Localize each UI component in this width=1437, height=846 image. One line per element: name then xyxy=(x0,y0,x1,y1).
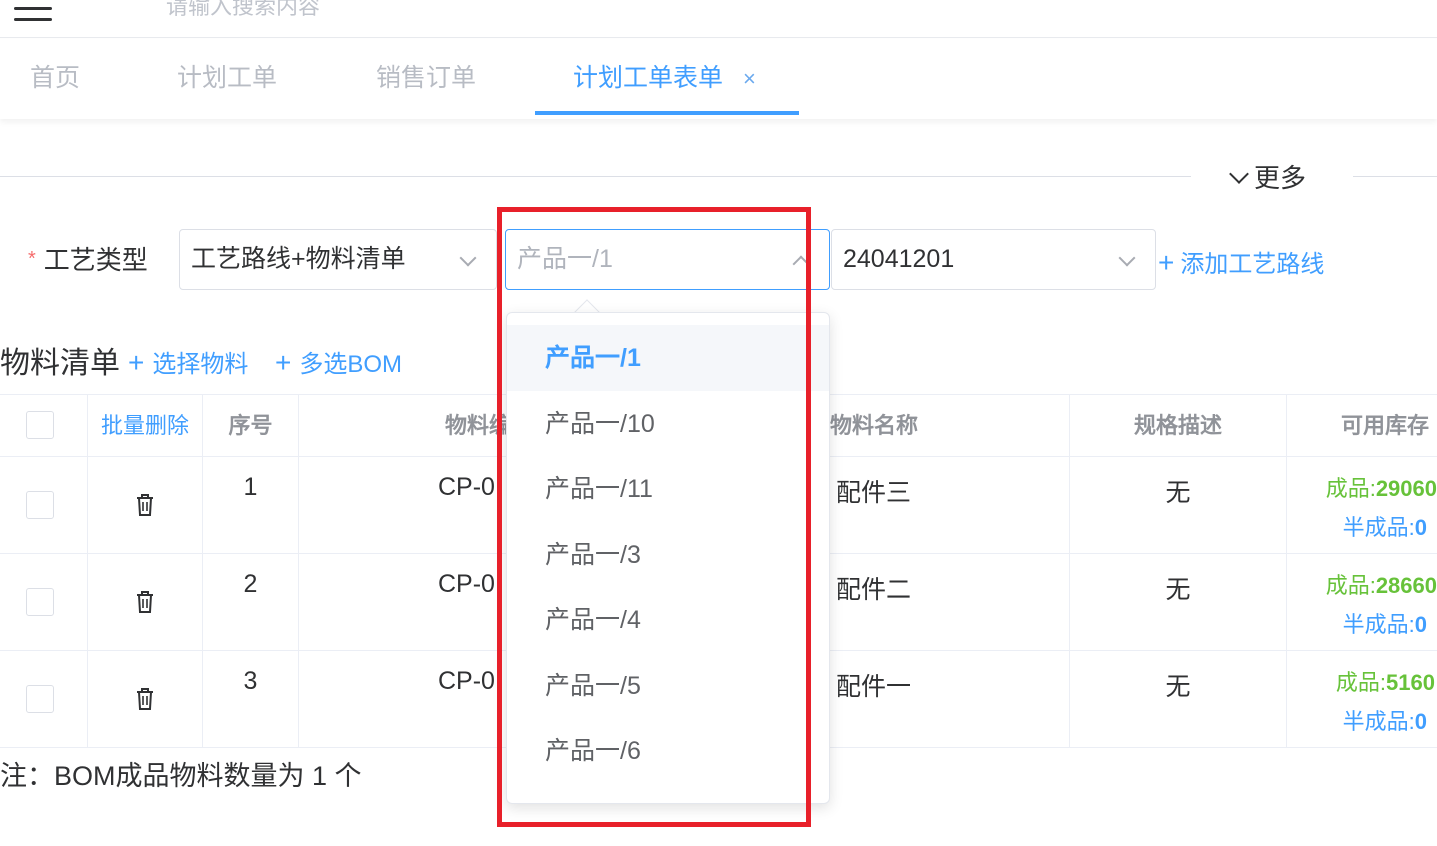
row-material-name: 配件一 xyxy=(836,673,912,701)
stock-semi: 半成品:0 xyxy=(1300,704,1437,736)
process-type-text: 工艺类型 xyxy=(43,245,148,275)
row-index: 2 xyxy=(243,570,258,598)
dropdown-option[interactable]: 产品一/4 xyxy=(507,587,829,653)
select-all-checkbox[interactable] xyxy=(26,411,54,439)
header-index: 序号 xyxy=(228,413,273,438)
section-divider-right xyxy=(1353,176,1437,177)
select-material-label: 选择物料 xyxy=(152,351,249,378)
code-select-value: 24041201 xyxy=(843,245,955,273)
process-type-label: * 工艺类型 xyxy=(28,240,148,277)
stock-semi: 半成品:0 xyxy=(1300,607,1437,639)
batch-delete-button[interactable]: 批量删除 xyxy=(88,395,202,457)
plus-icon: + xyxy=(128,347,145,378)
semi-label: 半成品: xyxy=(1342,709,1415,734)
row-index: 1 xyxy=(243,473,258,501)
semi-value: 0 xyxy=(1414,515,1427,540)
semi-value: 0 xyxy=(1414,709,1427,734)
product-dropdown: 产品一/1 产品一/10 产品一/11 产品一/3 产品一/4 产品一/5 产品… xyxy=(506,312,830,804)
row-spec: 无 xyxy=(1165,673,1191,701)
section-divider xyxy=(0,176,1191,177)
add-route-button[interactable]: + 添加工艺路线 xyxy=(1158,244,1324,279)
product-select-placeholder: 产品一/1 xyxy=(517,245,613,273)
more-toggle[interactable]: 更多 xyxy=(1229,158,1307,195)
multi-bom-label: 多选BOM xyxy=(299,351,403,378)
tab-bar: 首页 计划工单 销售订单 计划工单表单 × xyxy=(0,39,1437,119)
tab-home[interactable]: 首页 xyxy=(30,39,80,117)
dropdown-option[interactable]: 产品一/6 xyxy=(507,718,829,784)
semi-label: 半成品: xyxy=(1342,612,1415,637)
chevron-down-icon xyxy=(459,249,477,267)
tab-plan-order-form[interactable]: 计划工单表单 × xyxy=(573,39,756,117)
close-icon[interactable]: × xyxy=(743,66,756,91)
row-checkbox[interactable] xyxy=(26,491,54,519)
finished-label: 成品: xyxy=(1335,670,1387,695)
row-material-code: CP-0 xyxy=(438,473,495,501)
row-checkbox[interactable] xyxy=(26,685,54,713)
plus-icon: + xyxy=(275,347,292,378)
more-label: 更多 xyxy=(1254,163,1307,193)
semi-value: 0 xyxy=(1414,612,1427,637)
finished-value: 5160 xyxy=(1386,670,1435,695)
multi-bom-button[interactable]: + 多选BOM xyxy=(275,344,402,379)
required-mark: * xyxy=(28,248,36,270)
trash-icon[interactable] xyxy=(134,590,156,614)
route-type-select[interactable]: 工艺路线+物料清单 xyxy=(179,229,497,290)
dropdown-option[interactable]: 产品一/10 xyxy=(507,391,829,457)
row-spec: 无 xyxy=(1165,479,1191,507)
row-material-code: CP-0 xyxy=(438,570,495,598)
trash-icon[interactable] xyxy=(134,687,156,711)
semi-label: 半成品: xyxy=(1342,515,1415,540)
stock-semi: 半成品:0 xyxy=(1300,510,1437,542)
dropdown-option[interactable]: 产品一/1 xyxy=(507,325,829,391)
search-input[interactable] xyxy=(166,0,486,24)
active-tab-indicator xyxy=(535,111,799,115)
add-route-label: 添加工艺路线 xyxy=(1180,251,1325,278)
top-bar xyxy=(0,0,1437,38)
dropdown-option[interactable]: 产品一/3 xyxy=(507,522,829,588)
dropdown-option[interactable]: 产品一/11 xyxy=(507,456,829,522)
hamburger-menu-icon[interactable] xyxy=(14,0,52,24)
finished-value: 28660 xyxy=(1375,573,1437,598)
trash-icon[interactable] xyxy=(134,493,156,517)
finished-label: 成品: xyxy=(1325,573,1376,598)
finished-value: 29060 xyxy=(1375,476,1437,501)
row-index: 3 xyxy=(243,667,258,695)
tab-plan-order-form-label: 计划工单表单 xyxy=(573,64,724,92)
header-material-name: 物料名称 xyxy=(830,413,919,438)
row-material-code: CP-0 xyxy=(438,667,495,695)
route-type-value: 工艺路线+物料清单 xyxy=(191,245,406,273)
bom-section-title: 物料清单 xyxy=(0,347,120,380)
tab-plan-orders[interactable]: 计划工单 xyxy=(177,39,277,117)
row-material-name: 配件三 xyxy=(836,479,912,507)
chevron-up-icon xyxy=(792,255,810,273)
dropdown-option[interactable]: 产品一/5 xyxy=(507,653,829,719)
chevron-down-icon xyxy=(1118,249,1136,267)
row-spec: 无 xyxy=(1165,576,1191,604)
tab-sales-orders[interactable]: 销售订单 xyxy=(376,39,476,117)
chevron-down-icon xyxy=(1229,164,1249,184)
finished-label: 成品: xyxy=(1325,476,1376,501)
stock-finished: 成品:28660 xyxy=(1300,568,1437,600)
stock-finished: 成品:5160 xyxy=(1300,665,1437,697)
stock-finished: 成品:29060 xyxy=(1300,471,1437,503)
header-stock: 可用库存 xyxy=(1340,413,1429,438)
product-select[interactable]: 产品一/1 xyxy=(505,229,830,290)
bom-note: 注：BOM成品物料数量为 1 个 xyxy=(0,761,362,791)
code-select[interactable]: 24041201 xyxy=(831,229,1156,290)
select-material-button[interactable]: + 选择物料 xyxy=(128,344,248,379)
header-material-code: 物料编 xyxy=(445,413,512,438)
row-checkbox[interactable] xyxy=(26,588,54,616)
header-spec: 规格描述 xyxy=(1133,413,1222,438)
row-material-name: 配件二 xyxy=(836,576,912,604)
plus-icon: + xyxy=(1158,247,1175,278)
